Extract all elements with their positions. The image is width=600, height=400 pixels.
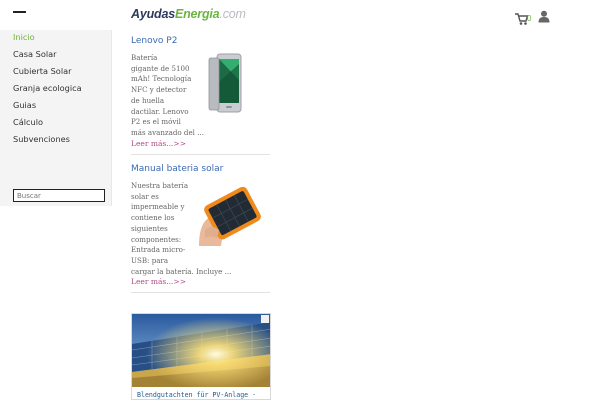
cart-count: 0 (527, 14, 532, 23)
article-divider (131, 292, 270, 293)
sidebar-item-granja-ecologica[interactable]: Granja ecologica (13, 83, 82, 93)
article-divider (131, 154, 270, 155)
logo-part-ayudas: Ayudas (131, 7, 175, 21)
read-more-link[interactable]: Leer más...>> (131, 139, 186, 148)
sidebar-item-inicio[interactable]: Inicio (13, 32, 35, 42)
cart-icon[interactable] (514, 12, 536, 26)
sidebar-item-casa-solar[interactable]: Casa Solar (13, 49, 56, 59)
article-excerpt: Batería gigante de 5100 mAh! Tecnología … (131, 53, 211, 139)
search-input[interactable] (13, 189, 105, 202)
article-title[interactable]: Lenovo P2 (131, 36, 177, 46)
read-more-link[interactable]: Leer más...>> (131, 277, 186, 286)
sidebar-item-subvenciones[interactable]: Subvenciones (13, 134, 70, 144)
excerpt-line: dactilar. Lenovo (131, 106, 189, 116)
sidebar-item-cubierta-solar[interactable]: Cubierta Solar (13, 66, 71, 76)
hamburger-menu-icon[interactable] (13, 11, 26, 20)
solar-panels-image (132, 314, 270, 387)
article-title[interactable]: Manual bateria solar (131, 164, 223, 174)
ad-caption: Blendgutachten für PV-Anlage · (137, 391, 257, 399)
article-card: Manual bateria solar Nuestra batería sol… (131, 164, 270, 294)
advertisement-banner[interactable]: Blendgutachten für PV-Anlage · (131, 313, 271, 400)
article-card: Lenovo P2 Batería gigante de 5100 mAh! T… (131, 36, 270, 156)
smartphone-image[interactable] (207, 52, 251, 116)
solar-powerbank-image[interactable] (195, 186, 267, 248)
logo-part-com: .com (219, 7, 246, 21)
excerpt-line: de huella (131, 95, 165, 105)
sidebar: Inicio Casa Solar Cubierta Solar Granja … (0, 30, 112, 206)
excerpt-line: más avanzado del ... (131, 127, 204, 137)
top-bar: AyudasEnergia.com 0 (0, 0, 600, 30)
user-icon[interactable] (538, 10, 550, 23)
site-logo[interactable]: AyudasEnergia.com (131, 7, 246, 25)
sidebar-item-guias[interactable]: Guias (13, 100, 36, 110)
logo-part-energia: Energia (174, 7, 220, 21)
excerpt-line: mAh! Tecnología (131, 74, 192, 84)
excerpt-line: NFC y detector (131, 85, 187, 95)
ad-choices-icon[interactable] (261, 315, 269, 323)
excerpt-line: gigante de 5100 (131, 63, 190, 73)
excerpt-line: P2 es el móvil (131, 117, 181, 127)
excerpt-line: Batería (131, 53, 158, 62)
sidebar-item-calculo[interactable]: Cálculo (13, 117, 43, 127)
excerpt-line: cargar la batería. Incluye ... (131, 266, 232, 276)
excerpt-line: USB: para (131, 255, 169, 265)
